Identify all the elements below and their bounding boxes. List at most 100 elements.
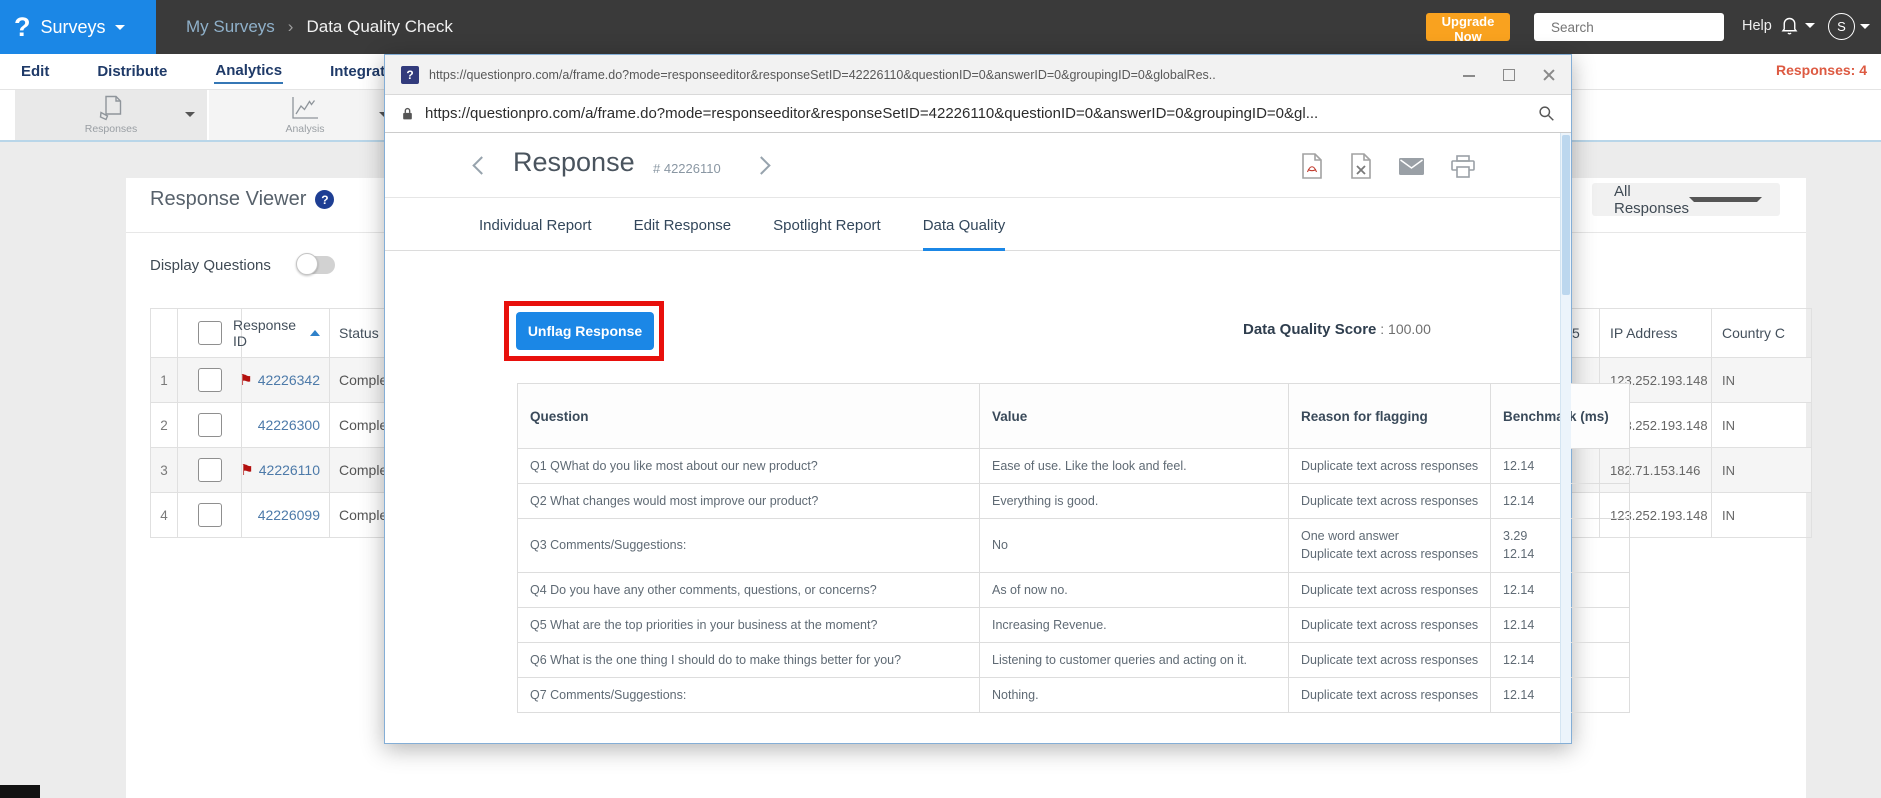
tab-edit-response[interactable]: Edit Response	[634, 217, 732, 251]
response-id-cell: ⚑ 42226342	[239, 358, 330, 403]
tab-data-quality[interactable]: Data Quality	[922, 217, 1006, 251]
dq-header-value: Value	[979, 383, 1289, 449]
row-checkbox-cell	[178, 448, 242, 493]
country-cell: IN	[1712, 403, 1812, 448]
upgrade-now-button[interactable]: Upgrade Now	[1426, 13, 1510, 44]
row-checkbox[interactable]	[197, 413, 222, 437]
row-checkbox[interactable]	[197, 368, 222, 392]
export-excel-icon[interactable]	[1350, 153, 1372, 179]
email-icon[interactable]	[1399, 157, 1424, 175]
tab-edit[interactable]: Edit	[20, 60, 50, 83]
breadcrumb: My Surveys › Data Quality Check	[186, 0, 453, 54]
search-input[interactable]	[1549, 18, 1730, 36]
toggle-knob	[295, 253, 318, 275]
dq-header-reason: Reason for flagging	[1288, 383, 1491, 449]
response-id-link[interactable]: 42226342	[258, 372, 320, 388]
dq-table-body: Q1 QWhat do you like most about our new …	[517, 447, 1630, 714]
previous-response-icon[interactable]	[472, 156, 491, 175]
breadcrumb-current-survey: Data Quality Check	[306, 17, 453, 36]
response-number: # 42226110	[653, 161, 721, 176]
header-status-label: Status	[339, 325, 379, 341]
dq-question: Q6 What is the one thing I should do to …	[517, 641, 980, 678]
row-number: 1	[150, 358, 178, 403]
dq-reason-line: Duplicate text across responses	[1301, 617, 1479, 632]
chevron-down-icon	[114, 24, 125, 30]
row-number: 2	[150, 403, 178, 448]
red-highlight-annotation	[504, 301, 664, 361]
toolbar-responses[interactable]: Responses	[15, 90, 207, 140]
questionpro-favicon-icon: ?	[401, 65, 419, 84]
account-menu[interactable]: S	[1828, 13, 1870, 40]
dq-reason-line: Duplicate text across responses	[1301, 459, 1479, 473]
response-id-link[interactable]: 42226300	[258, 417, 320, 433]
select-all-checkbox[interactable]	[197, 321, 222, 345]
export-pdf-icon[interactable]	[1301, 153, 1323, 179]
responses-icon	[99, 95, 121, 121]
country-cell: IN	[1712, 448, 1812, 493]
print-icon[interactable]	[1451, 154, 1475, 178]
dq-reasons: One word answer Duplicate text across res…	[1288, 518, 1491, 573]
dq-reason-line: Duplicate text across responses	[1301, 494, 1479, 509]
minimize-icon[interactable]	[1463, 69, 1475, 81]
responses-count: Responses: 4	[1775, 62, 1867, 78]
next-response-icon[interactable]	[752, 156, 771, 175]
window-titlebar[interactable]: ? https://questionpro.com/a/frame.do?mod…	[385, 55, 1571, 95]
surveys-product-menu[interactable]: ? Surveys	[0, 0, 156, 54]
header-country-code: Country C	[1712, 308, 1812, 358]
modal-scrollbar[interactable]	[1560, 133, 1571, 743]
scrollbar-thumb[interactable]	[1562, 135, 1570, 295]
toolbar-analysis[interactable]: Analysis	[209, 90, 401, 140]
dq-row: Q7 Comments/Suggestions: Nothing. Duplicat…	[517, 676, 1630, 714]
lock-icon	[403, 107, 412, 119]
dq-value: No	[979, 518, 1289, 573]
header-response-id[interactable]: Response ID	[233, 308, 330, 358]
response-title: Response	[513, 147, 635, 177]
notifications-menu[interactable]	[1779, 15, 1815, 36]
close-icon[interactable]	[1543, 69, 1555, 81]
chevron-down-icon[interactable]	[185, 112, 195, 117]
page-title: Response Viewer	[150, 188, 307, 210]
bottom-corner-box	[0, 785, 40, 798]
address-bar[interactable]: https://questionpro.com/a/frame.do?mode=…	[385, 95, 1571, 133]
dq-value: Ease of use. Like the look and feel.	[979, 447, 1289, 485]
dq-row: Q5 What are the top priorities in your b…	[517, 606, 1630, 643]
response-id-cell: 42226099	[242, 493, 330, 538]
breadcrumb-my-surveys[interactable]: My Surveys	[186, 17, 275, 37]
tab-analytics[interactable]: Analytics	[214, 59, 284, 84]
flag-icon: ⚑	[240, 461, 254, 479]
data-quality-score: Data Quality Score : 100.00	[1243, 321, 1431, 338]
chevron-down-icon	[1689, 197, 1762, 202]
right-table-header: 5 IP Address Country C	[1562, 308, 1822, 358]
dq-reasons: Duplicate text across responses	[1288, 447, 1491, 485]
header-ip-address: IP Address	[1600, 308, 1712, 358]
global-search[interactable]	[1534, 13, 1730, 41]
tab-distribute[interactable]: Distribute	[96, 60, 168, 83]
window-controls	[1463, 68, 1555, 81]
zoom-icon[interactable]	[1538, 105, 1555, 122]
dq-value: As of now no.	[979, 571, 1289, 608]
help-link[interactable]: Help	[1742, 18, 1772, 34]
dq-value: Increasing Revenue.	[979, 606, 1289, 643]
display-questions-label: Display Questions	[150, 256, 271, 274]
product-name: Surveys	[40, 16, 106, 37]
maximize-icon[interactable]	[1503, 68, 1515, 81]
dq-reasons: Duplicate text across responses	[1288, 483, 1491, 520]
dq-value: Everything is good.	[979, 483, 1289, 520]
display-questions-toggle[interactable]	[295, 253, 335, 275]
dq-question: Q3 Comments/Suggestions:	[517, 518, 980, 573]
dq-row: Q3 Comments/Suggestions: No One word answe…	[517, 518, 1630, 573]
data-quality-score-label: Data Quality Score	[1243, 321, 1377, 338]
dq-value: Nothing.	[979, 676, 1289, 714]
row-checkbox[interactable]	[197, 503, 222, 527]
tab-spotlight-report[interactable]: Spotlight Report	[773, 217, 881, 251]
response-id-link[interactable]: 42226099	[258, 507, 320, 523]
dq-reasons: Duplicate text across responses	[1288, 571, 1491, 608]
responses-filter-dropdown[interactable]: All Responses	[1592, 183, 1780, 217]
row-checkbox[interactable]	[197, 458, 222, 482]
row-checkbox-cell	[178, 358, 242, 403]
row-checkbox-cell	[178, 493, 242, 538]
help-tooltip-icon[interactable]: ?	[315, 190, 335, 209]
tab-individual-report[interactable]: Individual Report	[479, 217, 592, 251]
response-id-link[interactable]: 42226110	[259, 462, 320, 478]
dq-reason-line: Duplicate text across responses	[1301, 687, 1479, 702]
